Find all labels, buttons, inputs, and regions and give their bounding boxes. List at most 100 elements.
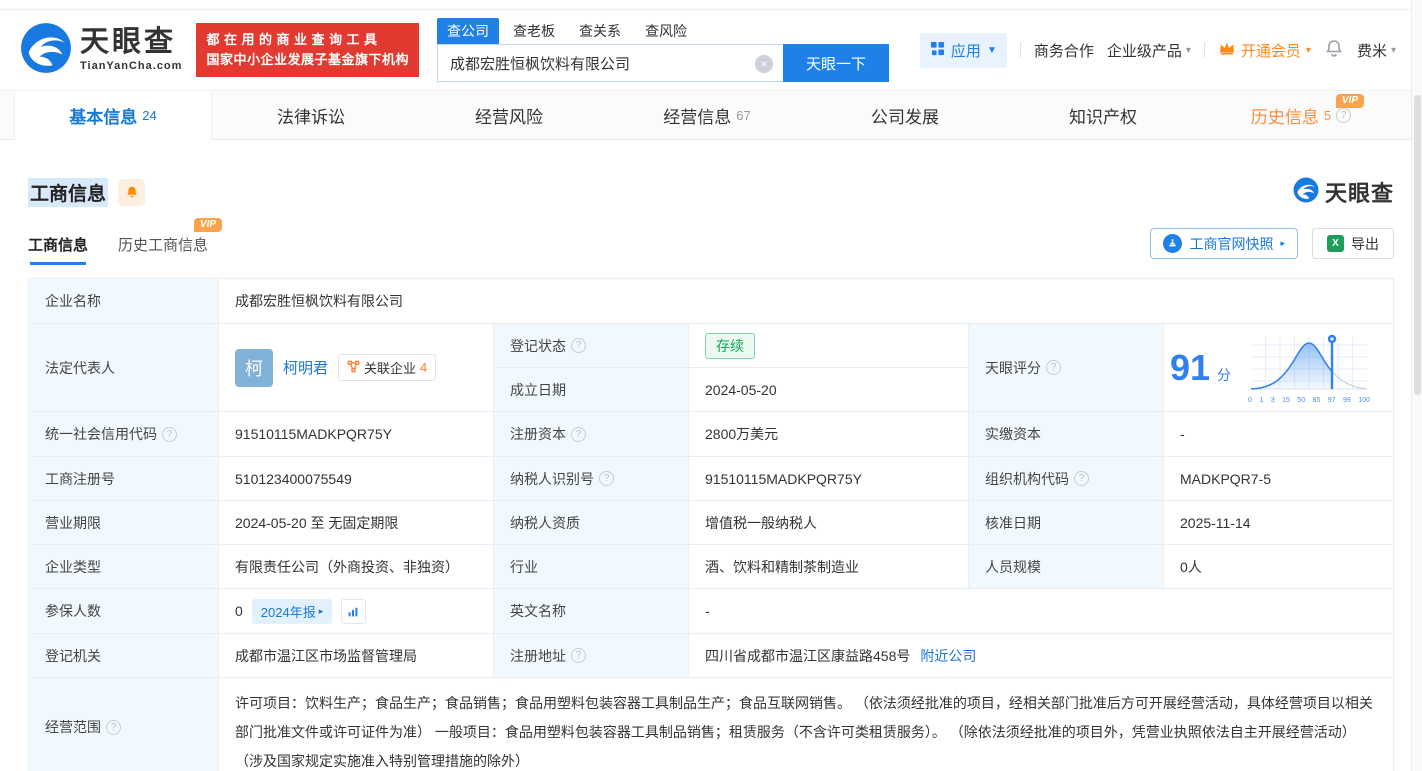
value-paid-capital: - bbox=[1164, 412, 1394, 457]
official-snapshot-button[interactable]: 工商官网快照 ▸ bbox=[1150, 228, 1298, 259]
value-registration-number: 510123400075549 bbox=[219, 457, 494, 501]
search-tab-relation[interactable]: 查关系 bbox=[569, 18, 631, 44]
label-business-scope: 经营范围? bbox=[29, 678, 219, 771]
logo-domain-text: TianYanCha.com bbox=[80, 60, 182, 72]
label-registered-address: 注册地址? bbox=[494, 634, 689, 678]
label-registration-authority: 登记机关 bbox=[29, 634, 219, 678]
tab-history-info[interactable]: VIP 历史信息5 ? bbox=[1202, 91, 1400, 139]
banner-line2: 国家中小企业发展子基金旗下机构 bbox=[206, 50, 409, 70]
value-registered-address: 四川省成都市温江区康益路458号 附近公司 bbox=[689, 634, 1394, 678]
label-business-term: 营业期限 bbox=[29, 501, 219, 545]
tab-legal-litigation[interactable]: 法律诉讼 bbox=[212, 91, 410, 139]
label-english-name: 英文名称 bbox=[494, 589, 689, 634]
label-registration-number: 工商注册号 bbox=[29, 457, 219, 501]
apps-menu[interactable]: 应用 ▼ bbox=[920, 33, 1007, 68]
tab-company-development[interactable]: 公司发展 bbox=[806, 91, 1004, 139]
value-approval-date: 2025-11-14 bbox=[1164, 501, 1394, 545]
section-subtabs: 工商信息 VIP 历史工商信息 工商官网快照 ▸ X 导出 bbox=[28, 228, 1394, 265]
subtab-business-info[interactable]: 工商信息 bbox=[28, 234, 88, 265]
tab-operation-risk[interactable]: 经营风险 bbox=[410, 91, 608, 139]
top-divider bbox=[0, 0, 1422, 10]
nav-biz-cooperation[interactable]: 商务合作 bbox=[1034, 40, 1094, 61]
vip-badge: VIP bbox=[1336, 94, 1364, 108]
tianyancha-logo[interactable]: 天眼查 TianYanCha.com bbox=[20, 22, 182, 79]
search-submit-button[interactable]: 天眼一下 bbox=[783, 44, 889, 82]
nearby-companies-link[interactable]: 附近公司 bbox=[920, 646, 976, 666]
label-company-name: 企业名称 bbox=[29, 279, 219, 324]
annual-report-badge[interactable]: 2024年报 ▸ bbox=[252, 599, 332, 624]
help-icon[interactable]: ? bbox=[1074, 471, 1089, 486]
value-org-code: MADKPQR7-5 bbox=[1164, 457, 1394, 501]
divider bbox=[1020, 42, 1021, 58]
nav-open-vip[interactable]: 开通会员 ▾ bbox=[1218, 40, 1311, 61]
export-button[interactable]: X 导出 bbox=[1312, 228, 1394, 259]
crown-icon bbox=[1218, 41, 1236, 59]
score-distribution-chart: 0131550859799100 bbox=[1248, 331, 1370, 404]
value-industry: 酒、饮料和精制茶制造业 bbox=[689, 545, 969, 589]
tab-intellectual-property[interactable]: 知识产权 bbox=[1004, 91, 1202, 139]
help-icon[interactable]: ? bbox=[571, 338, 586, 353]
search-tab-risk[interactable]: 查风险 bbox=[635, 18, 697, 44]
logo-brand-text: 天眼查 bbox=[80, 28, 182, 57]
value-legal-representative: 柯 柯明君 关联企业 4 bbox=[219, 324, 494, 412]
help-icon[interactable]: ? bbox=[1336, 108, 1351, 123]
username: 费米 bbox=[1357, 40, 1387, 61]
status-badge: 存续 bbox=[705, 333, 755, 359]
score-number: 91 bbox=[1170, 350, 1210, 386]
scrollbar-thumb[interactable] bbox=[1414, 95, 1421, 395]
legal-rep-avatar[interactable]: 柯 bbox=[235, 349, 273, 387]
business-info-table: 企业名称 成都宏胜恒枫饮料有限公司 法定代表人 柯 柯明君 关联企业 4 登记状… bbox=[28, 278, 1394, 771]
value-business-term: 2024-05-20 至 无固定期限 bbox=[219, 501, 494, 545]
value-company-name: 成都宏胜恒枫饮料有限公司 bbox=[219, 279, 1394, 324]
search-input[interactable] bbox=[438, 45, 783, 81]
section-header: 工商信息 天眼查 bbox=[28, 176, 1394, 208]
search-tabs: 查公司 查老板 查关系 查风险 bbox=[437, 18, 889, 44]
help-icon[interactable]: ? bbox=[571, 648, 586, 663]
label-taxpayer-quality: 纳税人资质 bbox=[494, 501, 689, 545]
nav-enterprise-products[interactable]: 企业级产品 ▾ bbox=[1107, 40, 1191, 61]
label-org-code: 组织机构代码? bbox=[969, 457, 1164, 501]
value-taxpayer-quality: 增值税一般纳税人 bbox=[689, 501, 969, 545]
value-credit-code: 91510115MADKPQR75Y bbox=[219, 412, 494, 457]
nav-user-menu[interactable]: 费米 ▾ bbox=[1357, 40, 1396, 61]
company-tab-bar: 基本信息24 法律诉讼 经营风险 经营信息67 公司发展 知识产权 VIP 历史… bbox=[0, 90, 1422, 140]
related-companies-badge[interactable]: 关联企业 4 bbox=[338, 354, 436, 381]
label-approval-date: 核准日期 bbox=[969, 501, 1164, 545]
chevron-down-icon: ▾ bbox=[1306, 45, 1311, 56]
banner-line1: 都在用的商业查询工具 bbox=[206, 30, 409, 50]
value-english-name: - bbox=[689, 589, 1394, 634]
tianyancha-company-page: 天眼查 TianYanCha.com 都在用的商业查询工具 国家中小企业发展子基… bbox=[0, 0, 1422, 771]
tianyancha-swirl-icon bbox=[20, 22, 72, 79]
search-tab-boss[interactable]: 查老板 bbox=[503, 18, 565, 44]
value-registration-authority: 成都市温江区市场监督管理局 bbox=[219, 634, 494, 678]
vip-badge: VIP bbox=[194, 218, 222, 232]
clear-search-icon[interactable]: × bbox=[755, 55, 773, 73]
label-paid-capital: 实缴资本 bbox=[969, 412, 1164, 457]
label-registered-capital: 注册资本? bbox=[494, 412, 689, 457]
help-icon[interactable]: ? bbox=[162, 427, 177, 442]
header-nav: 应用 ▼ 商务合作 企业级产品 ▾ 开通会员 ▾ 费米 ▾ bbox=[920, 33, 1396, 68]
page-scrollbar[interactable] bbox=[1411, 0, 1422, 771]
value-company-type: 有限责任公司（外商投资、非独资） bbox=[219, 545, 494, 589]
help-icon[interactable]: ? bbox=[599, 471, 614, 486]
header: 天眼查 TianYanCha.com 都在用的商业查询工具 国家中小企业发展子基… bbox=[0, 10, 1422, 90]
legal-rep-name-link[interactable]: 柯明君 bbox=[283, 357, 328, 378]
tianyancha-swirl-icon bbox=[1293, 177, 1319, 208]
help-icon[interactable]: ? bbox=[106, 720, 121, 735]
divider bbox=[1204, 42, 1205, 58]
tab-operation-info[interactable]: 经营信息67 bbox=[608, 91, 806, 139]
help-icon[interactable]: ? bbox=[571, 427, 586, 442]
label-industry: 行业 bbox=[494, 545, 689, 589]
label-company-type: 企业类型 bbox=[29, 545, 219, 589]
notification-bell-icon[interactable] bbox=[1324, 38, 1344, 62]
insured-trend-icon[interactable] bbox=[341, 599, 366, 624]
subscribe-bell-icon[interactable] bbox=[118, 179, 145, 206]
chevron-down-icon: ▾ bbox=[1186, 45, 1191, 56]
value-registration-status: 存续 bbox=[689, 324, 969, 368]
apps-grid-icon bbox=[930, 41, 945, 60]
subtab-history-business-info[interactable]: VIP 历史工商信息 bbox=[118, 234, 208, 265]
tab-basic-info[interactable]: 基本信息24 bbox=[14, 91, 212, 140]
value-insured-count: 0 2024年报 ▸ bbox=[219, 589, 494, 634]
search-tab-company[interactable]: 查公司 bbox=[437, 18, 499, 44]
help-icon[interactable]: ? bbox=[1046, 360, 1061, 375]
